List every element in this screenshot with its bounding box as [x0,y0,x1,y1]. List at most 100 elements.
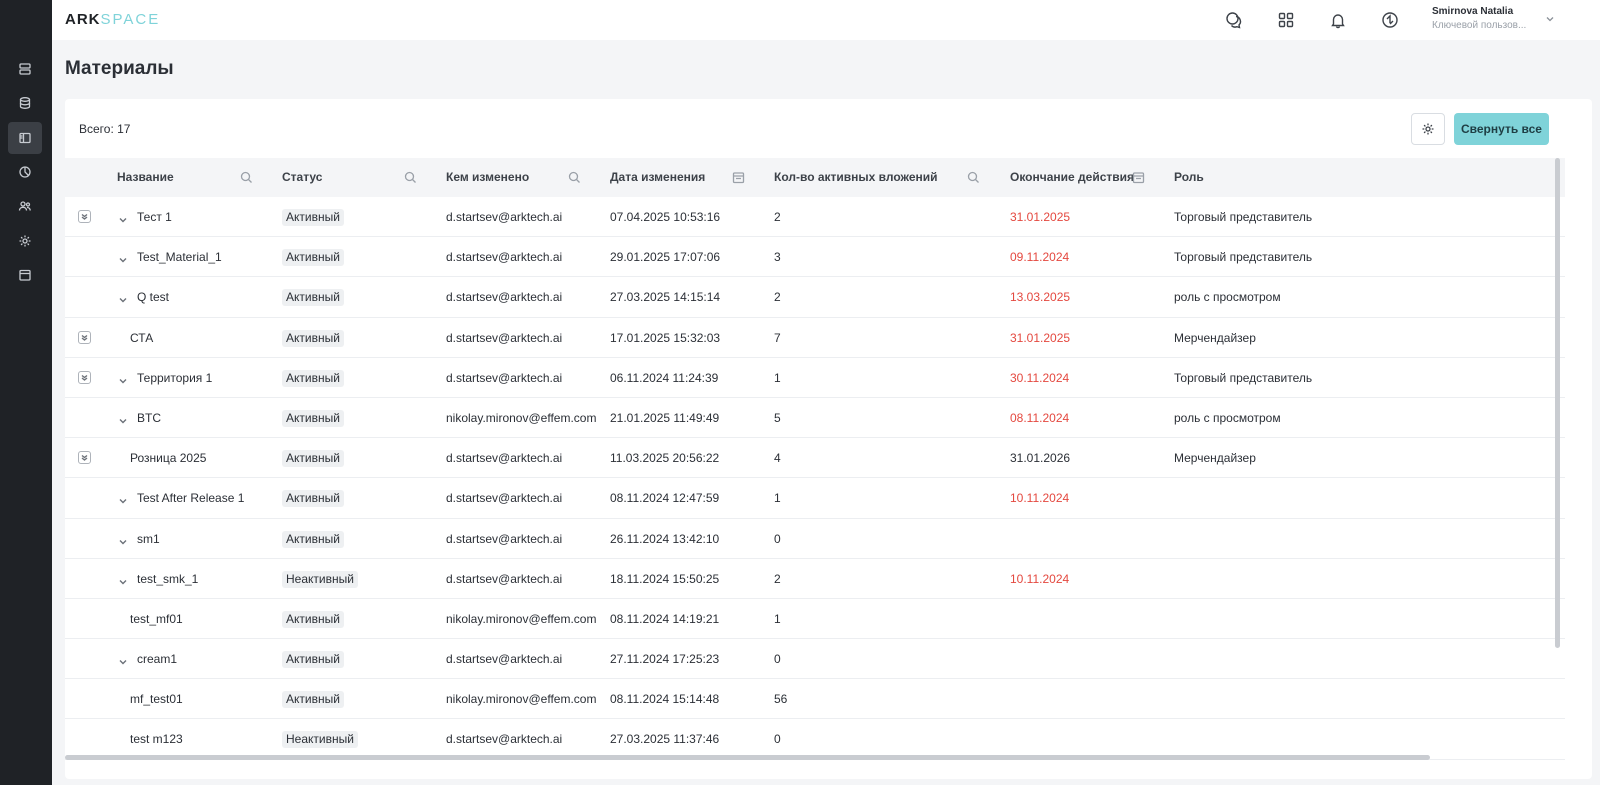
cell-changed-by: d.startsev@arktech.ai [446,330,563,345]
cell-name[interactable]: Q test [137,277,169,317]
database-icon[interactable] [8,87,42,119]
server-icon[interactable] [8,53,42,85]
chat-icon[interactable] [1222,8,1246,32]
table-header: Название Статус Кем изменено Дата измене… [65,158,1565,197]
cell-name[interactable]: Test After Release 1 [137,478,244,518]
search-icon[interactable] [404,171,417,184]
table-row[interactable]: Test_Material_1 Активный d.startsev@arktec… [65,237,1565,278]
cell-attachments: 1 [774,370,781,385]
column-header-role[interactable]: Роль [1174,158,1204,197]
chevron-down-icon[interactable] [118,252,128,263]
chevron-down-icon[interactable] [118,534,128,544]
cell-attachments: 0 [774,732,781,747]
table-row[interactable]: mf_test01 Активный nikolay.mironov@effem.c… [65,679,1565,720]
cell-name[interactable]: Розница 2025 [130,438,206,478]
search-icon[interactable] [240,171,253,184]
user-role: Ключевой пользов... [1432,20,1527,31]
user-menu[interactable]: Smirnova Natalia Ключевой пользов... [1432,6,1552,31]
table-row[interactable]: Тест 1 Активный d.startsev@arktech.ai 07.04… [65,197,1565,238]
cell-name[interactable]: mf_test01 [130,679,183,719]
cell-name[interactable]: Test_Material_1 [137,237,222,277]
cell-changed-by: d.startsev@arktech.ai [446,210,563,224]
cell-status: Активный [282,478,344,518]
cell-name[interactable]: test_smk_1 [137,559,198,599]
calendar-icon[interactable] [732,171,745,184]
app-logo[interactable]: ARKSPACE [65,11,160,28]
status-badge: Активный [282,450,344,468]
cell-name[interactable]: test_mf01 [130,599,183,639]
collapse-all-button[interactable]: Свернуть все [1454,113,1549,145]
column-header-name[interactable]: Название [117,158,174,197]
table-row[interactable]: Q test Активный d.startsev@arktech.ai 27.03… [65,277,1565,318]
table-row[interactable]: Территория 1 Активный d.startsev@arktech.a… [65,358,1565,398]
cell-name[interactable]: sm1 [137,519,160,559]
cell-end-date: 10.11.2024 [1010,491,1070,506]
chevron-down-icon[interactable] [118,493,128,504]
search-icon[interactable] [967,171,980,184]
expand-row-icon[interactable] [78,330,91,344]
table-row[interactable]: BTC Активный nikolay.mironov@effem.com 21.0… [65,398,1565,439]
settings-icon[interactable] [8,225,42,257]
expand-row-icon[interactable] [78,370,91,384]
cell-changed-at: 27.03.2025 11:37:46 [610,732,720,747]
table-settings-button[interactable] [1411,113,1445,145]
column-header-end-date[interactable]: Окончание действия [1010,158,1134,197]
horizontal-scrollbar[interactable] [65,755,1430,760]
cell-status: Активный [282,599,344,639]
calendar-icon[interactable] [8,259,42,291]
cell-name[interactable]: test m123 [130,719,183,759]
table-row[interactable]: test_smk_1 Неактивный d.startsev@arktech.a… [65,559,1565,599]
cell-changed-by: d.startsev@arktech.ai [446,491,563,506]
table-row[interactable]: test_mf01 Активный nikolay.mironov@effem.c… [65,599,1565,640]
cell-name[interactable]: BTC [137,398,161,438]
cell-attachments: 2 [774,210,781,224]
expand-row-icon[interactable] [78,210,91,223]
expand-row-icon[interactable] [78,451,91,465]
status-badge: Активный [282,289,344,307]
cell-name[interactable]: СТА [130,318,153,358]
calendar-icon[interactable] [1132,171,1145,184]
column-header-status[interactable]: Статус [282,158,322,197]
cell-name[interactable]: cream1 [137,639,177,679]
cell-changed-by: d.startsev@arktech.ai [446,571,563,586]
status-badge: Активный [282,651,344,669]
table-row[interactable]: cream1 Активный d.startsev@arktech.ai 27.11… [65,639,1565,680]
cell-changed-at: 08.11.2024 14:19:21 [610,611,720,626]
vertical-scrollbar[interactable] [1555,158,1560,648]
bell-icon[interactable] [1326,8,1350,32]
status-badge: Активный [282,369,344,387]
column-header-changed-at[interactable]: Дата изменения [610,158,705,197]
search-icon[interactable] [568,171,581,184]
column-header-changed-by[interactable]: Кем изменено [446,158,529,197]
cell-role: Торговый представитель [1174,210,1313,224]
apps-grid-icon[interactable] [1274,8,1298,32]
chevron-down-icon[interactable] [118,292,128,303]
cell-changed-by: d.startsev@arktech.ai [446,652,563,667]
cell-status: Неактивный [282,559,358,599]
sync-icon[interactable] [1378,8,1402,32]
cell-name[interactable]: Тест 1 [137,197,172,237]
cell-changed-at: 26.11.2024 13:42:10 [610,531,720,546]
cell-name[interactable]: Территория 1 [137,358,212,398]
table-row[interactable]: СТА Активный d.startsev@arktech.ai 17.01.20… [65,318,1565,358]
table-row[interactable]: Розница 2025 Активный d.startsev@arktech.a… [65,438,1565,479]
chevron-down-icon[interactable] [118,373,128,384]
table-row[interactable]: sm1 Активный d.startsev@arktech.ai 26.11.20… [65,519,1565,559]
cell-changed-by: d.startsev@arktech.ai [446,732,563,747]
cell-end-date: 09.11.2024 [1010,250,1070,265]
materials-icon[interactable] [8,122,42,154]
cell-status: Активный [282,318,344,358]
sidebar [0,0,52,785]
cell-role: Мерчендайзер [1174,451,1256,466]
table-row[interactable]: test m123 Неактивный d.startsev@arktech.ai… [65,719,1565,760]
chevron-down-icon[interactable] [118,574,128,585]
column-header-attachments[interactable]: Кол-во активных вложений [774,158,938,197]
chevron-down-icon[interactable] [1544,12,1556,24]
chevron-down-icon[interactable] [118,212,128,223]
chart-icon[interactable] [8,156,42,188]
chevron-down-icon[interactable] [118,654,128,665]
status-badge: Неактивный [282,570,358,588]
chevron-down-icon[interactable] [118,413,128,424]
table-row[interactable]: Test After Release 1 Активный d.startsev@a… [65,478,1565,519]
users-icon[interactable] [8,190,42,222]
